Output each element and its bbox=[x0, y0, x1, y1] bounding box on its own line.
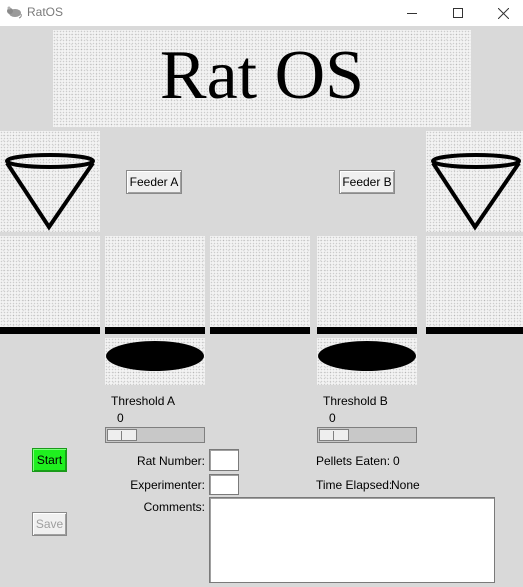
close-icon bbox=[497, 7, 509, 19]
experimenter-input[interactable] bbox=[209, 474, 239, 495]
banner-title: Rat OS bbox=[159, 37, 365, 114]
sensor-b-indicator bbox=[318, 341, 416, 371]
save-button[interactable]: Save bbox=[32, 512, 67, 536]
maximize-button[interactable] bbox=[435, 0, 481, 26]
feeder-b-button[interactable]: Feeder B bbox=[339, 170, 395, 194]
threshold-b-slider[interactable] bbox=[317, 427, 417, 443]
rat-icon bbox=[7, 6, 22, 19]
threshold-a-label: Threshold A bbox=[111, 394, 176, 408]
sensor-a-panel bbox=[105, 338, 205, 385]
start-button[interactable]: Start bbox=[32, 448, 67, 472]
threshold-b-label: Threshold B bbox=[323, 394, 388, 408]
divider-bar bbox=[0, 327, 100, 334]
minimize-button[interactable] bbox=[389, 0, 435, 26]
camera-panel-5 bbox=[426, 236, 523, 327]
threshold-b-value: 0 bbox=[329, 411, 336, 425]
time-elapsed-label: Time Elapsed: bbox=[316, 478, 393, 492]
camera-panel-3 bbox=[210, 236, 310, 327]
comments-textarea[interactable] bbox=[209, 497, 495, 583]
camera-panel-4 bbox=[317, 236, 417, 327]
rat-number-input[interactable] bbox=[209, 449, 239, 471]
divider-bar bbox=[105, 327, 205, 334]
minimize-icon bbox=[407, 13, 417, 14]
experimenter-label: Experimenter: bbox=[130, 478, 205, 492]
maximize-icon bbox=[453, 8, 463, 18]
window-title: RatOS bbox=[27, 5, 64, 19]
threshold-a-slider[interactable] bbox=[105, 427, 205, 443]
sensor-b-panel bbox=[317, 338, 417, 385]
feeder-a-button[interactable]: Feeder A bbox=[126, 170, 182, 194]
camera-panel-2 bbox=[105, 236, 205, 327]
feeder-b-panel bbox=[426, 131, 523, 232]
camera-panel-1 bbox=[0, 236, 100, 327]
title-bar: RatOS bbox=[0, 0, 523, 26]
divider-bar bbox=[210, 327, 310, 334]
comments-label: Comments: bbox=[143, 500, 205, 514]
close-button[interactable] bbox=[480, 0, 523, 26]
feeder-cone-icon bbox=[5, 153, 95, 231]
divider-bar bbox=[426, 327, 523, 334]
threshold-a-slider-handle[interactable] bbox=[107, 429, 137, 441]
pellets-eaten-value: 0 bbox=[393, 454, 400, 468]
pellets-eaten-label: Pellets Eaten: bbox=[316, 454, 391, 468]
feeder-a-panel bbox=[0, 131, 100, 232]
threshold-a-value: 0 bbox=[117, 411, 124, 425]
time-elapsed-value: None bbox=[391, 478, 420, 492]
divider-bar bbox=[317, 327, 417, 334]
sensor-a-indicator bbox=[106, 341, 204, 371]
feeder-cone-icon bbox=[431, 153, 521, 231]
rat-number-label: Rat Number: bbox=[136, 454, 205, 468]
threshold-b-slider-handle[interactable] bbox=[319, 429, 349, 441]
